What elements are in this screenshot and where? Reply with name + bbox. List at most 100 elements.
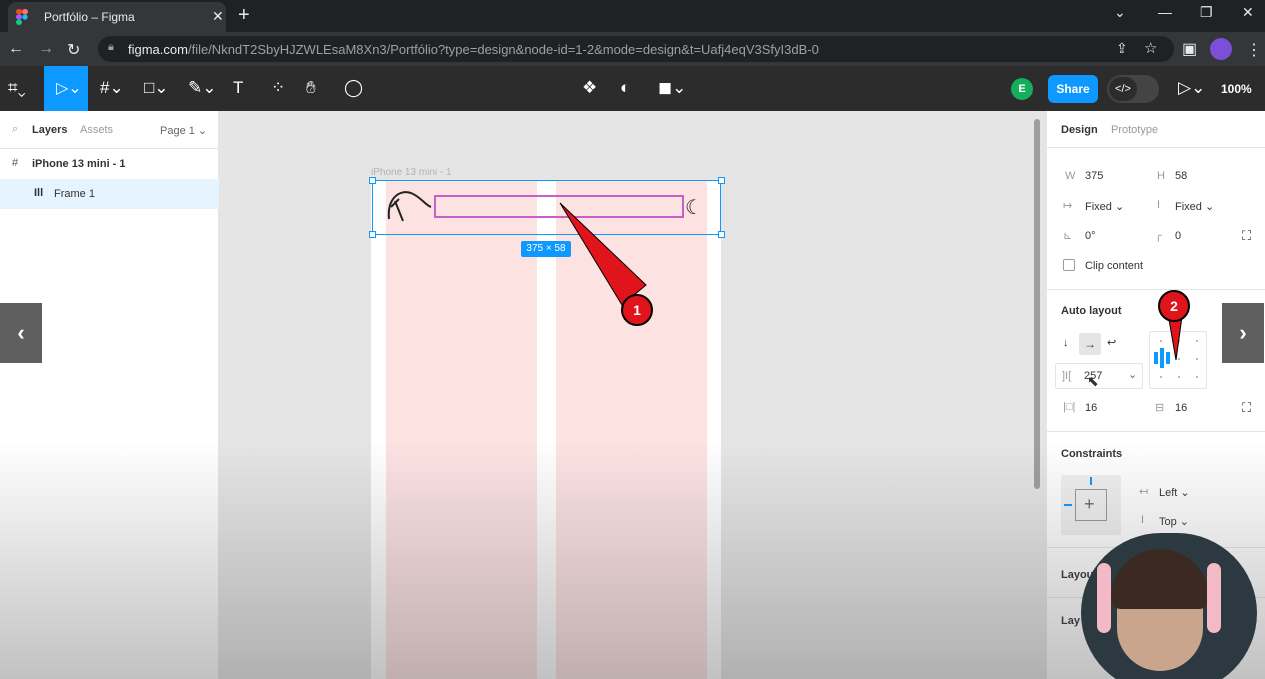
corner-radius-icon: ╭ <box>1155 230 1162 242</box>
move-cursor-icon: ▷⌄ <box>56 80 82 97</box>
horizontal-padding-icon: |□| <box>1063 401 1076 413</box>
back-icon[interactable]: ← <box>8 40 24 58</box>
constraint-top-line[interactable] <box>1090 477 1092 485</box>
chevron-down-icon[interactable]: ⌄ <box>1128 368 1137 381</box>
mask-icon[interactable]: ◐ <box>620 78 630 98</box>
divider <box>1047 147 1265 148</box>
resize-handle[interactable] <box>718 231 725 238</box>
url-input[interactable]: 🔒︎ figma.com/file/NkndT2SbyHJZWLEsaM8Xn3… <box>98 36 1174 62</box>
logo-icon[interactable] <box>385 189 433 228</box>
horizontal-sizing-select[interactable]: Fixed ⌄ <box>1085 200 1124 213</box>
share-button[interactable]: Share <box>1048 75 1098 103</box>
browser-tab[interactable]: Portfólio – Figma ✕ <box>8 2 226 32</box>
individual-padding-icon[interactable]: ⛶ <box>1242 400 1251 416</box>
vertical-resize-icon: I <box>1157 199 1161 211</box>
vertical-sizing-select[interactable]: Fixed ⌄ <box>1175 200 1214 213</box>
minimize-icon[interactable]: — <box>1158 4 1172 20</box>
present-play-icon[interactable]: ▷⌄ <box>1178 78 1205 98</box>
resize-handle[interactable] <box>718 177 725 184</box>
pen-tool-icon[interactable]: ✎⌄ <box>188 78 217 98</box>
align-dot[interactable] <box>1178 376 1180 378</box>
profile-avatar[interactable] <box>1210 38 1232 60</box>
tab-assets[interactable]: Assets <box>80 124 113 136</box>
dev-mode-toggle[interactable]: </> <box>1107 75 1159 103</box>
page-selector[interactable]: Page 1 ⌄ <box>160 124 207 137</box>
width-input[interactable]: 375 <box>1085 170 1103 182</box>
close-window-icon[interactable]: ✕ <box>1242 4 1254 21</box>
layers-panel-tabs: ⌕ Layers Assets Page 1 ⌄ <box>0 111 219 149</box>
boolean-ops-icon[interactable]: ◼⌄ <box>658 78 686 98</box>
layer-item-iphone[interactable]: iPhone 13 mini - 1 <box>32 158 126 170</box>
move-tool-button[interactable]: ▷⌄ <box>44 66 88 111</box>
previous-slide-button[interactable]: ‹ <box>0 303 42 363</box>
figma-toolbar: ⌗⌄ ▷⌄ #⌄ □⌄ ✎⌄ T ⁘ ✋︎ ◯ ❖ ◐ ◼⌄ E Share <… <box>0 66 1265 111</box>
lock-icon: 🔒︎ <box>108 41 114 53</box>
zoom-level[interactable]: 100% <box>1221 82 1252 96</box>
resize-handle[interactable] <box>369 177 376 184</box>
comment-tool-icon[interactable]: ◯ <box>344 78 363 98</box>
component-icon[interactable]: ❖ <box>582 78 597 98</box>
vertical-direction-icon[interactable]: ↓ <box>1063 337 1069 349</box>
bookmark-star-icon[interactable]: ☆ <box>1144 39 1157 57</box>
tab-search-icon[interactable]: ⌄ <box>1114 4 1126 21</box>
user-avatar[interactable]: E <box>1011 78 1033 100</box>
main-menu-icon[interactable]: ⌗⌄ <box>8 78 26 98</box>
webcam-overlay <box>1081 533 1257 679</box>
tab-layers[interactable]: Layers <box>32 124 67 136</box>
next-slide-button[interactable]: › <box>1222 303 1264 363</box>
layer-label: Frame 1 <box>54 188 95 200</box>
sidebar-icon[interactable]: ▣ <box>1182 39 1197 59</box>
close-tab-icon[interactable]: ✕ <box>212 8 224 25</box>
height-input[interactable]: 58 <box>1175 170 1187 182</box>
share-page-icon[interactable]: ⇪ <box>1116 40 1128 57</box>
clip-content-checkbox[interactable] <box>1063 259 1075 271</box>
layer-title: Lay <box>1061 615 1080 627</box>
horizontal-direction-button[interactable]: → <box>1079 333 1101 355</box>
rotation-input[interactable]: 0° <box>1085 230 1096 242</box>
callout-badge-1: 1 <box>621 294 653 326</box>
gap-input[interactable]: ]I[ 257 ⌄ <box>1055 363 1143 389</box>
resources-icon[interactable]: ⁘ <box>271 78 285 98</box>
tab-design[interactable]: Design <box>1061 124 1098 136</box>
tab-prototype[interactable]: Prototype <box>1111 124 1158 136</box>
horizontal-direction-icon: → <box>1084 337 1096 351</box>
canvas-scrollbar[interactable] <box>1034 119 1040 489</box>
align-dot[interactable] <box>1196 376 1198 378</box>
constraint-left-line[interactable] <box>1064 504 1072 506</box>
width-label: W <box>1065 170 1076 182</box>
search-layers-icon[interactable]: ⌕ <box>12 123 18 136</box>
align-dot[interactable] <box>1160 376 1162 378</box>
wrap-direction-icon[interactable]: ↩ <box>1107 336 1116 349</box>
horizontal-constraint-select[interactable]: Left ⌄ <box>1159 486 1190 499</box>
frame-label[interactable]: iPhone 13 mini - 1 <box>371 167 452 178</box>
url-text: figma.com/file/NkndT2SbyHJZWLEsaM8Xn3/Po… <box>128 42 819 57</box>
vertical-constraint-select[interactable]: Top ⌄ <box>1159 515 1189 528</box>
layer-item-frame-1[interactable]: Ill Frame 1 <box>0 179 219 209</box>
tab-title: Portfólio – Figma <box>44 10 135 24</box>
shape-tool-icon[interactable]: □⌄ <box>144 78 169 98</box>
corner-radius-input[interactable]: 0 <box>1175 230 1181 242</box>
divider <box>1047 289 1265 290</box>
new-tab-icon[interactable]: + <box>238 4 250 27</box>
resize-handle[interactable] <box>369 231 376 238</box>
horizontal-padding-input[interactable]: 16 <box>1085 402 1097 414</box>
frame-tool-icon[interactable]: #⌄ <box>100 78 124 98</box>
constraints-widget[interactable]: + <box>1061 475 1121 535</box>
hand-tool-icon[interactable]: ✋︎ <box>306 78 316 98</box>
restore-icon[interactable]: ❐ <box>1200 4 1213 21</box>
text-tool-icon[interactable]: T <box>233 78 243 98</box>
forward-icon[interactable]: → <box>38 40 54 58</box>
vertical-padding-icon: ⊟ <box>1155 402 1165 414</box>
vertical-padding-input[interactable]: 16 <box>1175 402 1187 414</box>
browser-menu-icon[interactable]: ⋮ <box>1246 40 1262 60</box>
rotation-icon: ⊾ <box>1063 230 1073 242</box>
constraint-plus-icon: + <box>1084 494 1095 514</box>
independent-corners-icon[interactable]: ⛶ <box>1242 228 1251 244</box>
clip-content-label: Clip content <box>1085 260 1144 272</box>
auto-layout-title: Auto layout <box>1061 305 1122 317</box>
reload-icon[interactable]: ↻ <box>67 40 80 60</box>
address-bar-row: ← → ↻ 🔒︎ figma.com/file/NkndT2SbyHJZWLEs… <box>0 32 1265 66</box>
height-label: H <box>1157 170 1165 182</box>
moon-theme-icon[interactable]: ☾ <box>685 195 703 220</box>
layers-panel: ⌕ Layers Assets Page 1 ⌄ # iPhone 13 min… <box>0 111 219 679</box>
